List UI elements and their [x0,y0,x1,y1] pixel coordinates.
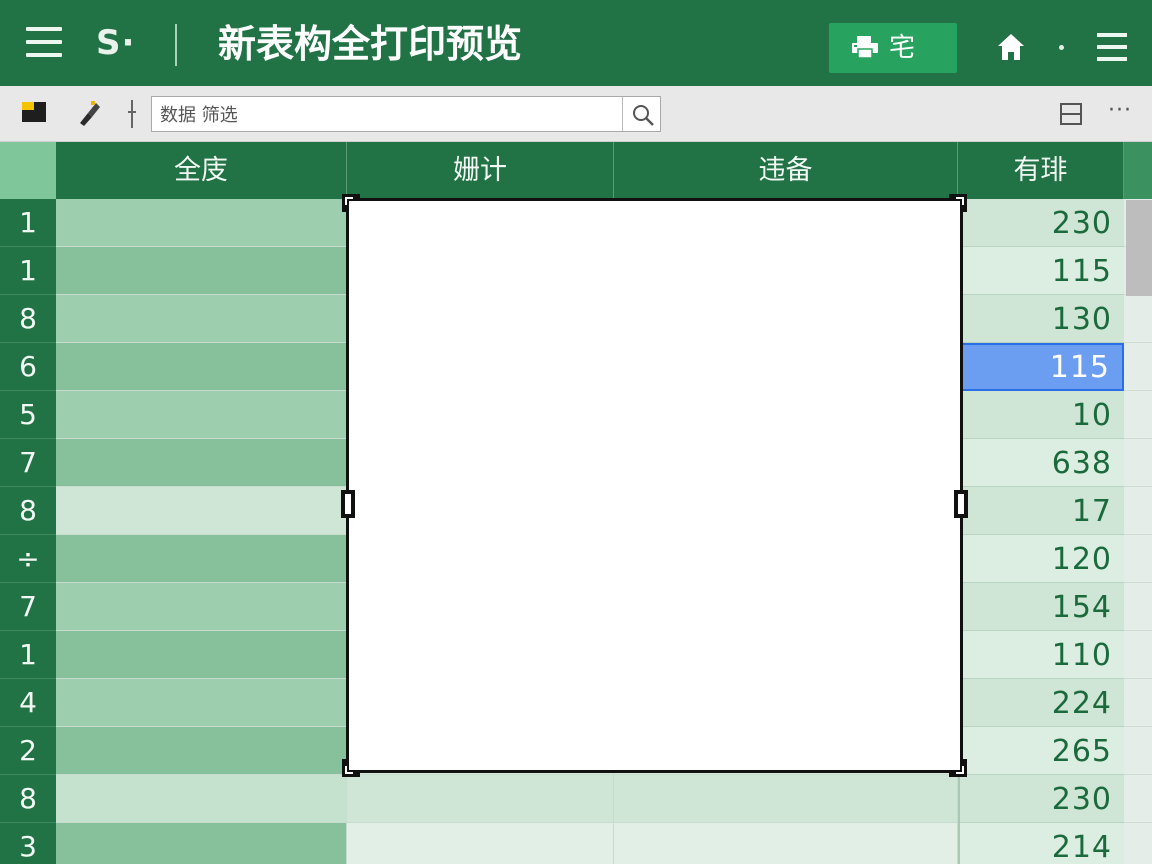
column-header[interactable]: 全庋 [56,142,347,199]
printer-icon [852,36,878,59]
column-header-overflow [1124,142,1152,199]
value-cell[interactable]: 230 [960,199,1124,247]
scrollbar-track[interactable] [1124,439,1152,487]
table-cell[interactable] [56,391,347,439]
value-cell[interactable]: 214 [960,823,1124,864]
column-header[interactable]: 有琲 [958,142,1124,199]
search-box [151,96,661,132]
resize-handle-bottom-left[interactable] [341,758,361,778]
table-cell[interactable] [56,583,347,631]
row-header[interactable]: 8 [0,487,56,535]
scrollbar-track[interactable] [1124,583,1152,631]
table-cell[interactable] [56,823,347,864]
vertical-scrollbar-thumb[interactable] [1126,200,1152,296]
table-cell[interactable] [347,775,614,823]
scrollbar-track[interactable] [1124,391,1152,439]
resize-handle-top-right[interactable] [948,193,968,213]
row-header[interactable]: 5 [0,391,56,439]
resize-handle-left[interactable] [340,489,356,519]
row-header[interactable]: 7 [0,583,56,631]
hamburger-menu-icon[interactable] [26,27,62,57]
value-cell[interactable]: 638 [960,439,1124,487]
value-cell[interactable]: 265 [960,727,1124,775]
value-cell[interactable]: 130 [960,295,1124,343]
app-logo: S· [96,23,136,63]
row-header[interactable]: 7 [0,439,56,487]
value-cell[interactable]: 115 [960,247,1124,295]
value-cell[interactable]: 224 [960,679,1124,727]
value-cell[interactable]: 230 [960,775,1124,823]
fill-color-icon[interactable] [21,100,47,124]
table-cell[interactable] [614,823,958,864]
print-button-label: 宅 [889,33,916,63]
table-cell[interactable] [56,535,347,583]
row-header[interactable]: 1 [0,247,56,295]
table-cell[interactable] [347,823,614,864]
scrollbar-track[interactable] [1124,679,1152,727]
resize-handle-bottom-right[interactable] [948,758,968,778]
table-cell[interactable] [56,439,347,487]
row-header[interactable]: 8 [0,775,56,823]
table-cell[interactable] [56,199,347,247]
row-header[interactable]: 1 [0,199,56,247]
format-painter-icon[interactable] [76,99,102,127]
table-cell[interactable] [56,679,347,727]
scrollbar-track[interactable] [1124,535,1152,583]
column-header[interactable]: 违备 [614,142,958,199]
value-cell[interactable]: 17 [960,487,1124,535]
print-button[interactable]: 宅 [829,23,957,73]
scrollbar-track[interactable] [1124,343,1152,391]
separator-dot [1059,45,1064,50]
value-cell[interactable]: 10 [960,391,1124,439]
selected-value-cell[interactable]: 115 [960,343,1124,391]
scrollbar-track[interactable] [1124,487,1152,535]
row-header[interactable]: 1 [0,631,56,679]
resize-handle-top-left[interactable] [341,193,361,213]
scrollbar-track[interactable] [1124,631,1152,679]
column-header[interactable]: 姗计 [347,142,614,199]
resize-handle-right[interactable] [953,489,969,519]
scrollbar-track[interactable] [1124,727,1152,775]
row-header[interactable]: ÷ [0,535,56,583]
value-cell[interactable]: 120 [960,535,1124,583]
table-cell[interactable] [56,343,347,391]
search-icon[interactable] [631,103,655,127]
table-cell[interactable] [56,631,347,679]
toolbar: ··· [0,86,1152,142]
value-cell[interactable]: 110 [960,631,1124,679]
scrollbar-track[interactable] [1124,295,1152,343]
row-header[interactable]: 2 [0,727,56,775]
home-icon[interactable] [997,32,1025,62]
table-cell[interactable] [56,295,347,343]
print-area-selection[interactable] [341,194,968,777]
search-divider [622,97,623,131]
page-layout-icon[interactable] [1059,102,1083,126]
table-cell[interactable] [56,727,347,775]
table-cell[interactable] [56,487,347,535]
search-input[interactable] [154,99,622,129]
overflow-menu-icon[interactable] [1097,33,1127,61]
row-header[interactable]: 6 [0,343,56,391]
row-header[interactable]: 4 [0,679,56,727]
table-cell[interactable] [56,775,347,823]
row-header[interactable]: 3 [0,823,56,864]
table-cell[interactable] [56,247,347,295]
title-bar: S· 新表构全打印预览 宅 [0,0,1152,86]
toolbar-separator [128,100,136,128]
scrollbar-track[interactable] [1124,823,1152,864]
window-title: 新表构全打印预览 [218,22,523,66]
value-cell[interactable]: 154 [960,583,1124,631]
title-divider [175,24,177,66]
select-all-corner[interactable] [0,142,56,199]
row-header[interactable]: 8 [0,295,56,343]
more-options-icon[interactable]: ··· [1108,99,1132,123]
scrollbar-track[interactable] [1124,775,1152,823]
table-cell[interactable] [614,775,958,823]
